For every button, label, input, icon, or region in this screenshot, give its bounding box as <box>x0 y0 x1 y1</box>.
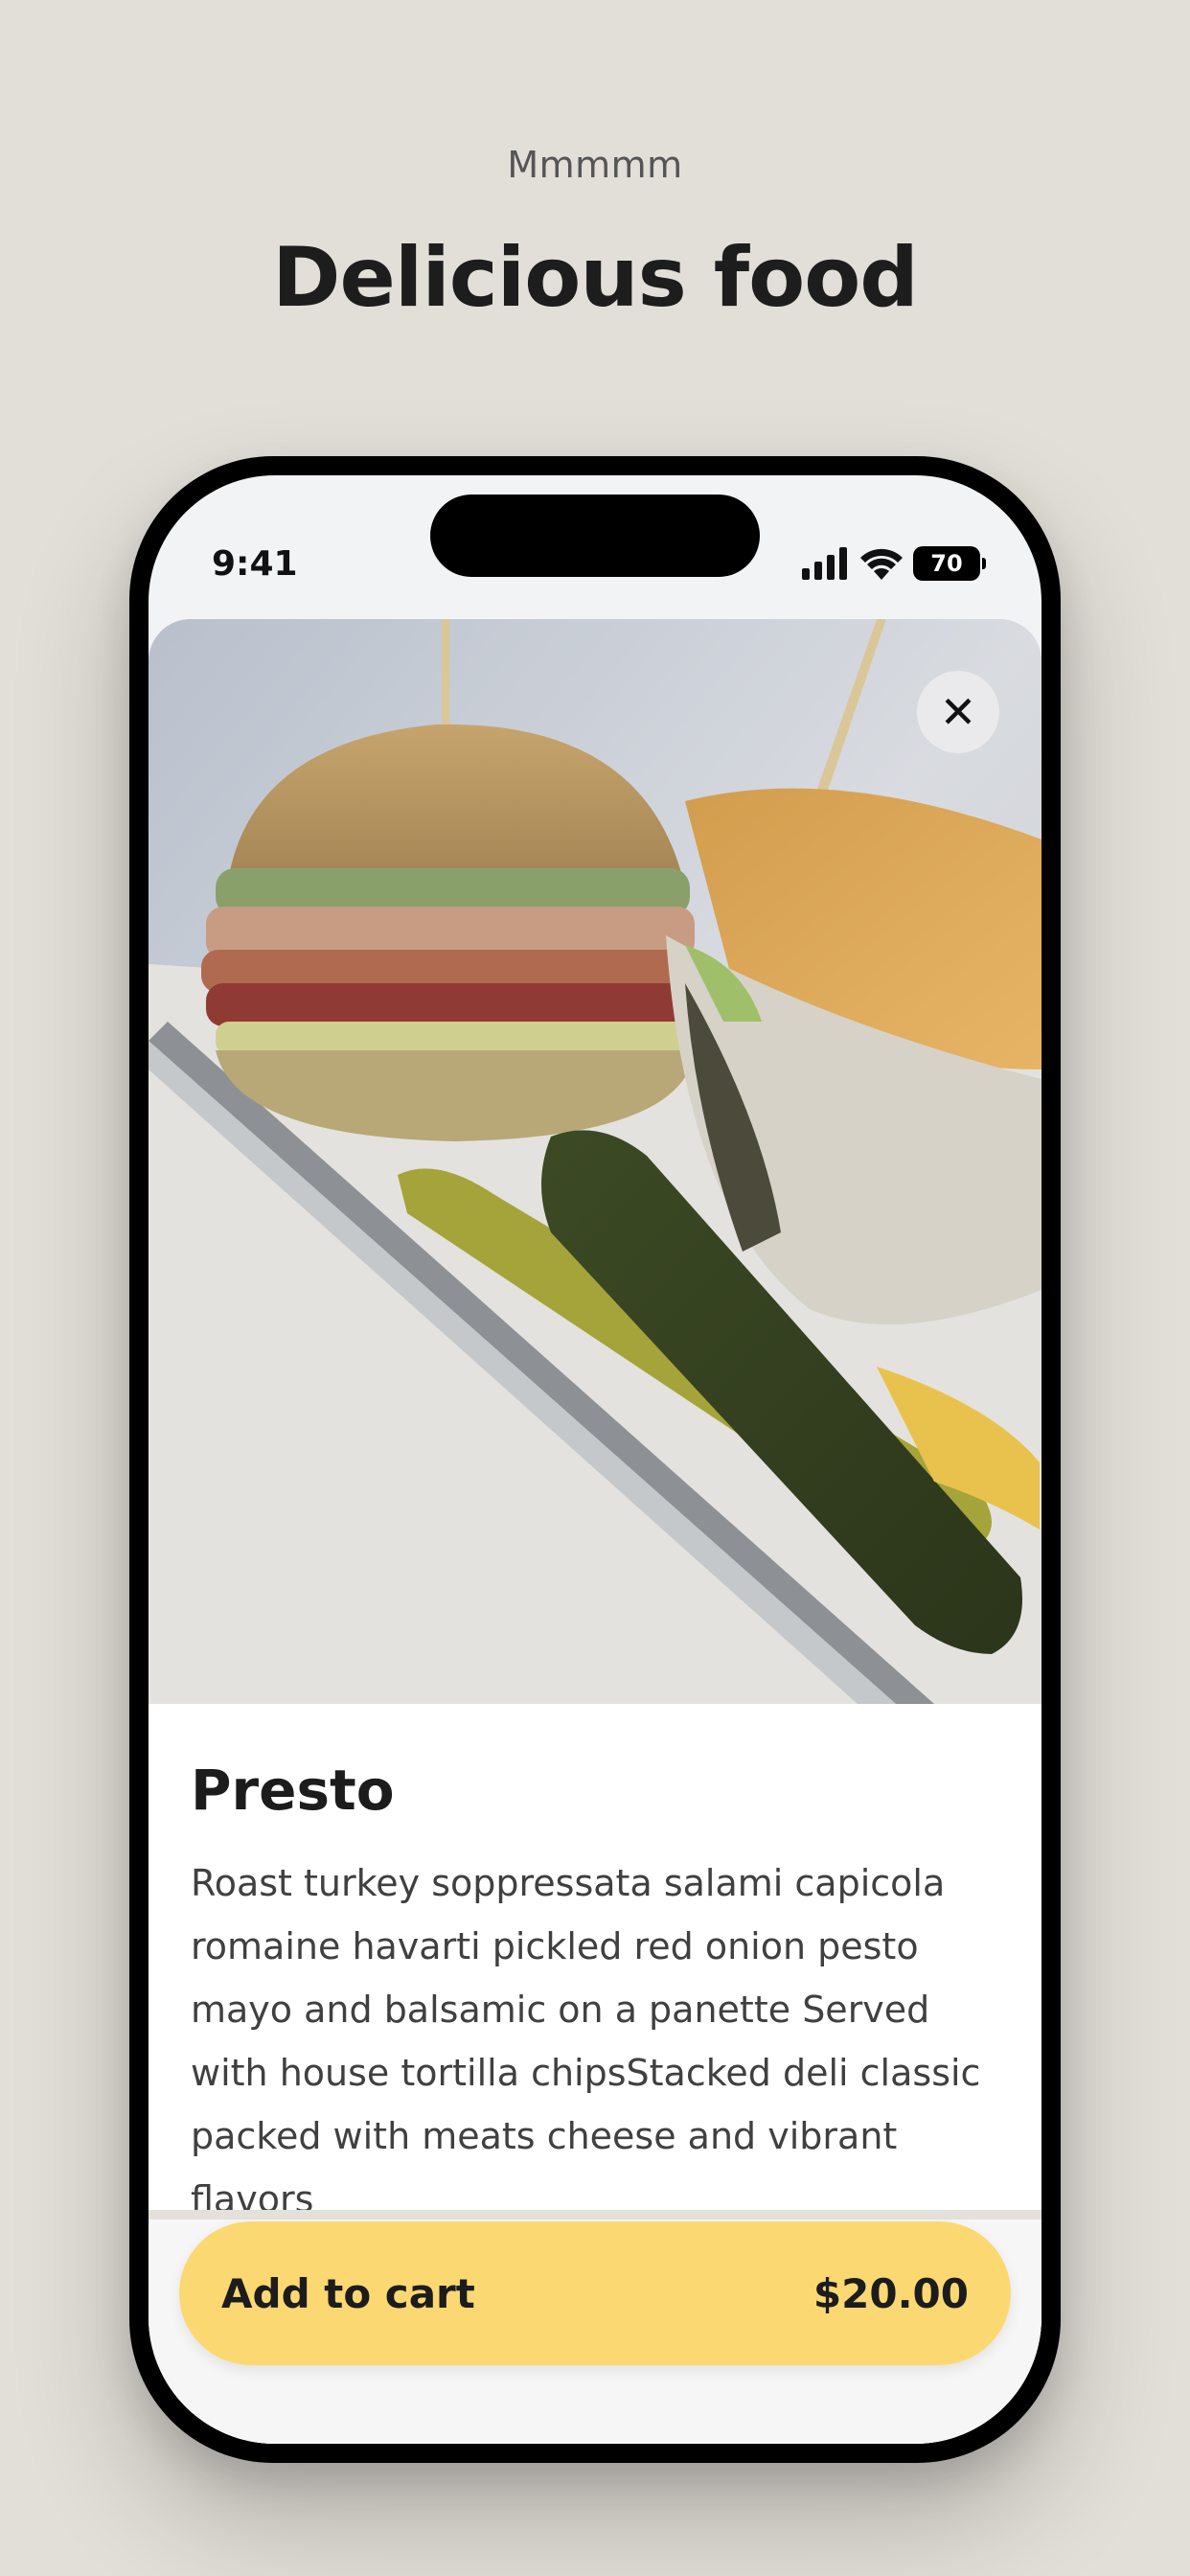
product-image: ✕ <box>149 619 1041 1704</box>
wifi-icon <box>860 548 903 580</box>
cellular-signal-icon <box>802 547 847 580</box>
product-sheet: ✕ Presto Roast turkey soppressata salami… <box>149 619 1041 2444</box>
phone-screen: 9:41 70 ✕ Presto Roast turkey soppressat… <box>149 475 1041 2444</box>
add-to-cart-button[interactable]: Add to cart $20.00 <box>179 2221 1011 2365</box>
status-time: 9:41 <box>212 544 298 584</box>
sandwich-illustration <box>149 619 1041 1704</box>
phone-frame: 9:41 70 ✕ Presto Roast turkey soppressat… <box>129 456 1061 2463</box>
status-icons: 70 <box>802 544 986 583</box>
divider <box>149 2210 1041 2220</box>
close-button[interactable]: ✕ <box>917 671 999 753</box>
page-title: Delicious food <box>272 230 919 326</box>
price-label: $20.00 <box>812 2269 969 2317</box>
product-name: Presto <box>191 1758 395 1823</box>
page-eyebrow: Mmmmm <box>507 144 683 186</box>
battery-icon: 70 <box>913 546 986 581</box>
dynamic-island <box>430 494 760 577</box>
battery-level: 70 <box>930 550 963 577</box>
product-description: Roast turkey soppressata salami capicola… <box>191 1862 981 2220</box>
add-to-cart-label: Add to cart <box>221 2269 475 2317</box>
close-icon: ✕ <box>939 686 977 738</box>
